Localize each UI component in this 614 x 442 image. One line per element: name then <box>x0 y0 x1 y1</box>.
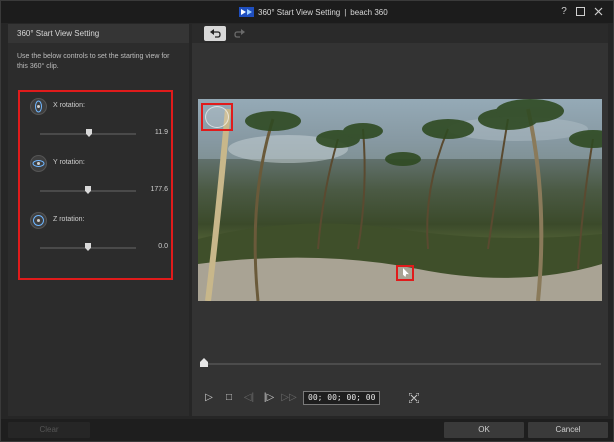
panel-title: 360° Start View Setting <box>8 24 189 43</box>
cancel-button[interactable]: Cancel <box>528 422 608 438</box>
help-button[interactable]: ? <box>557 5 571 19</box>
video-preview[interactable] <box>198 99 602 301</box>
fast-forward-button[interactable]: ▷▷ <box>281 390 297 406</box>
y-rotation-slider[interactable] <box>40 186 136 194</box>
title-separator: | <box>344 7 347 17</box>
play-icon: ▷ <box>205 392 213 403</box>
stop-icon: □ <box>225 392 233 403</box>
view-center-highlight <box>396 265 414 281</box>
settings-panel: 360° Start View Setting Use the below co… <box>8 24 189 416</box>
playback-controls: ▷ □ ◁| |▷ ▷▷ 00; 00; 00; 00 <box>201 390 422 406</box>
mouse-cursor-icon <box>403 268 409 277</box>
undo-icon <box>209 29 221 38</box>
x-rotation-row: X rotation: 11.9 <box>28 98 168 154</box>
timecode-display: 00; 00; 00; 00 <box>303 391 381 405</box>
stop-button[interactable]: □ <box>221 390 237 406</box>
rotation-controls-highlight: X rotation: 11.9 Y rotation: 177.6 Z rot… <box>18 90 173 280</box>
close-button[interactable] <box>591 5 605 19</box>
z-rotation-slider-thumb[interactable] <box>85 243 91 251</box>
question-mark-icon: ? <box>561 6 567 17</box>
y-rotation-icon <box>30 155 47 172</box>
timeline-thumb[interactable] <box>200 358 208 367</box>
undo-button[interactable] <box>204 26 226 41</box>
title-group: 360° Start View Setting | beach 360 <box>239 5 388 19</box>
redo-icon <box>233 29 245 38</box>
window-title: 360° Start View Setting <box>258 7 341 17</box>
timeline-slider[interactable] <box>200 358 601 367</box>
view-navigator-highlight <box>201 103 233 131</box>
clear-button[interactable]: Clear <box>8 422 90 438</box>
redo-button[interactable] <box>228 26 250 41</box>
z-rotation-icon <box>30 212 47 229</box>
fullscreen-icon <box>408 392 420 404</box>
fast-forward-icon: ▷▷ <box>281 392 297 403</box>
app-logo-icon <box>239 7 254 17</box>
view-navigator-icon[interactable] <box>205 106 229 128</box>
y-rotation-row: Y rotation: 177.6 <box>28 155 168 211</box>
panel-description: Use the below controls to set the starti… <box>17 53 170 70</box>
x-rotation-slider-thumb[interactable] <box>86 129 92 137</box>
play-button[interactable]: ▷ <box>201 390 217 406</box>
dialog-window: 360° Start View Setting | beach 360 ? 36… <box>0 0 614 442</box>
dialog-footer: Clear OK Cancel <box>1 419 613 441</box>
x-rotation-icon <box>30 98 47 115</box>
ok-button[interactable]: OK <box>444 422 524 438</box>
y-rotation-value: 177.6 <box>150 186 168 193</box>
preview-area: ▷ □ ◁| |▷ ▷▷ 00; 00; 00; 00 <box>192 43 608 416</box>
title-bar: 360° Start View Setting | beach 360 ? <box>1 1 613 23</box>
z-rotation-row: Z rotation: 0.0 <box>28 212 168 268</box>
y-rotation-label: Y rotation: <box>53 159 85 166</box>
x-rotation-slider[interactable] <box>40 129 136 137</box>
z-rotation-label: Z rotation: <box>53 216 85 223</box>
prev-frame-icon: ◁| <box>243 392 255 403</box>
next-frame-button[interactable]: |▷ <box>261 390 277 406</box>
project-name: beach 360 <box>350 7 388 17</box>
maximize-icon <box>575 7 585 16</box>
x-rotation-value: 11.9 <box>154 129 168 136</box>
close-icon <box>594 7 602 16</box>
x-rotation-label: X rotation: <box>53 102 85 109</box>
next-frame-icon: |▷ <box>263 392 275 403</box>
y-rotation-slider-thumb[interactable] <box>85 186 91 194</box>
z-rotation-value: 0.0 <box>158 243 168 250</box>
prev-frame-button[interactable]: ◁| <box>241 390 257 406</box>
maximize-button[interactable] <box>573 5 587 19</box>
z-rotation-slider[interactable] <box>40 243 136 251</box>
fullscreen-button[interactable] <box>406 390 422 406</box>
preview-toolbar <box>192 24 608 43</box>
